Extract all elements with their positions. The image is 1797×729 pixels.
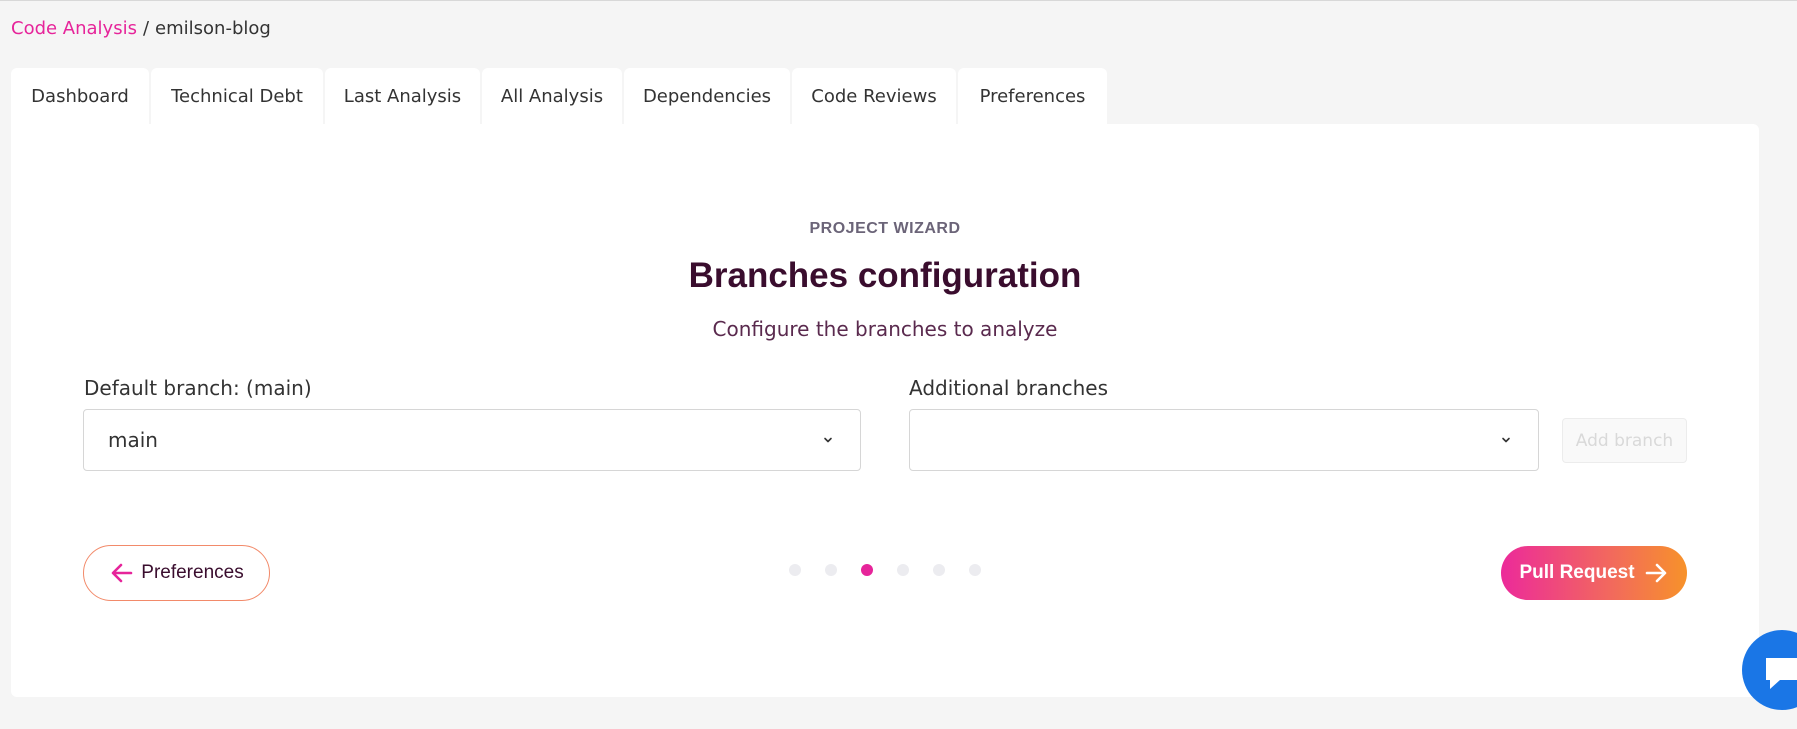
additional-branches-select[interactable]	[909, 409, 1539, 471]
page-subtitle: Configure the branches to analyze	[712, 317, 1058, 341]
arrow-right-icon	[1645, 563, 1666, 583]
chevron-down-icon	[1502, 437, 1510, 443]
previous-step-button[interactable]: Preferences	[83, 545, 270, 601]
default-branch-value: main	[108, 428, 158, 452]
next-step-label: Pull Request	[1519, 562, 1635, 583]
top-divider	[0, 0, 1797, 1]
step-dot	[861, 564, 873, 576]
chat-icon	[1766, 658, 1797, 689]
tab-last-analysis[interactable]: Last Analysis	[325, 68, 480, 124]
tab-dashboard[interactable]: Dashboard	[11, 68, 149, 124]
tab-dependencies[interactable]: Dependencies	[624, 68, 790, 124]
breadcrumb-separator: /	[142, 18, 150, 39]
tab-code-reviews[interactable]: Code Reviews	[792, 68, 956, 124]
page-title: Branches configuration	[688, 256, 1082, 295]
tab-technical-debt[interactable]: Technical Debt	[151, 68, 323, 124]
chevron-down-icon	[824, 437, 832, 443]
default-branch-label: Default branch: (main)	[84, 376, 312, 400]
step-dot	[933, 564, 945, 576]
step-dot	[789, 564, 801, 576]
step-dot	[969, 564, 981, 576]
tab-preferences[interactable]: Preferences	[958, 68, 1107, 124]
step-dot	[897, 564, 909, 576]
breadcrumb-code-analysis-link[interactable]: Code Analysis	[11, 18, 137, 39]
add-branch-button[interactable]: Add branch	[1562, 418, 1687, 463]
breadcrumb-current: emilson-blog	[155, 18, 271, 39]
step-dot	[825, 564, 837, 576]
wizard-panel: PROJECT WIZARD Branches configuration Co…	[11, 124, 1759, 697]
wizard-eyebrow: PROJECT WIZARD	[809, 220, 961, 237]
additional-branches-label: Additional branches	[909, 376, 1109, 400]
wizard-step-indicator	[789, 564, 981, 576]
breadcrumb: Code Analysis / emilson-blog	[11, 17, 271, 41]
tab-all-analysis[interactable]: All Analysis	[482, 68, 622, 124]
default-branch-select[interactable]: main	[83, 409, 861, 471]
arrow-left-icon	[111, 563, 133, 583]
previous-step-label: Preferences	[141, 562, 244, 583]
next-step-button[interactable]: Pull Request	[1501, 546, 1687, 600]
tab-bar: Dashboard Technical Debt Last Analysis A…	[11, 68, 1107, 124]
